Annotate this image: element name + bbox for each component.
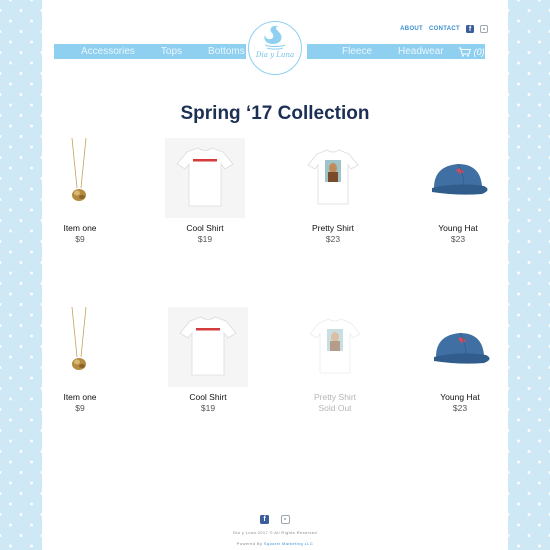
product-image-necklace[interactable] xyxy=(40,307,120,387)
collection-title: Spring ‘17 Collection xyxy=(180,103,370,124)
product-price: $23 xyxy=(450,234,466,244)
product-image-necklace[interactable] xyxy=(40,138,120,218)
right-pattern-border xyxy=(508,0,550,550)
product-card[interactable]: Cool Shirt $19 xyxy=(145,138,265,244)
product-name[interactable]: Cool Shirt xyxy=(145,223,265,233)
powered-by-prefix: Powered By xyxy=(236,541,263,546)
product-card[interactable]: Cool Shirt $19 xyxy=(148,307,268,413)
contact-link[interactable]: CONTACT xyxy=(429,26,460,32)
product-card[interactable]: Young Hat $23 xyxy=(398,138,518,244)
product-price: $9 xyxy=(75,234,85,244)
product-card-sold-out[interactable]: Pretty Shirt Sold Out xyxy=(275,307,395,413)
powered-by-link[interactable]: Squarel Marketing LLC xyxy=(264,541,313,546)
logo-text: Dia y Luna xyxy=(255,51,295,59)
nav-bar-left: Accessories Tops Bottoms xyxy=(54,44,246,59)
product-image-photo-tshirt[interactable] xyxy=(295,307,375,387)
product-image-white-tshirt[interactable] xyxy=(168,307,248,387)
instagram-icon[interactable] xyxy=(281,515,290,524)
instagram-icon[interactable] xyxy=(480,25,488,33)
facebook-icon[interactable]: f xyxy=(260,515,269,524)
product-price: $9 xyxy=(75,403,85,413)
footer-powered-by: Powered By Squarel Marketing LLC xyxy=(0,541,550,546)
product-card[interactable]: Pretty Shirt $23 xyxy=(273,138,393,244)
facebook-icon[interactable]: f xyxy=(466,25,474,33)
product-card[interactable]: Item one $9 xyxy=(20,138,140,244)
cart-button[interactable]: (0) xyxy=(458,47,485,57)
product-price: $23 xyxy=(325,234,341,244)
cart-icon xyxy=(458,47,471,57)
product-image-photo-tshirt[interactable] xyxy=(293,138,373,218)
product-card[interactable]: Young Hat $23 xyxy=(400,307,520,413)
nav-item-fleece[interactable]: Fleece xyxy=(342,46,372,57)
sold-out-label: Sold Out xyxy=(318,403,352,413)
product-price: $19 xyxy=(197,234,213,244)
footer-copyright: Dia y Luna 2017 © All Rights Reserved xyxy=(232,530,317,535)
product-price: $19 xyxy=(200,403,216,413)
nav-item-tops[interactable]: Tops xyxy=(161,46,182,57)
product-name[interactable]: Cool Shirt xyxy=(148,392,268,402)
product-name[interactable]: Item one xyxy=(20,223,140,233)
logo[interactable]: Dia y Luna xyxy=(248,21,302,75)
nav-item-bottoms[interactable]: Bottoms xyxy=(208,46,245,57)
top-links: ABOUT CONTACT f xyxy=(400,25,488,33)
product-name[interactable]: Item one xyxy=(20,392,140,402)
product-image-denim-cap[interactable] xyxy=(420,307,500,387)
cart-count: (0) xyxy=(473,46,485,57)
left-pattern-border xyxy=(0,0,42,550)
product-name[interactable]: Pretty Shirt xyxy=(273,223,393,233)
nav-bar-right: Fleece Headwear (0) xyxy=(307,44,485,59)
about-link[interactable]: ABOUT xyxy=(400,26,423,32)
nav-item-headwear[interactable]: Headwear xyxy=(398,46,444,57)
product-name[interactable]: Pretty Shirt xyxy=(275,392,395,402)
footer-social-icons: f xyxy=(0,515,550,524)
product-name[interactable]: Young Hat xyxy=(398,223,518,233)
product-price: $23 xyxy=(452,403,468,413)
swan-logo-icon xyxy=(264,25,286,50)
nav-item-accessories[interactable]: Accessories xyxy=(81,46,135,57)
product-name[interactable]: Young Hat xyxy=(400,392,520,402)
product-image-white-tshirt[interactable] xyxy=(165,138,245,218)
product-card[interactable]: Item one $9 xyxy=(20,307,140,413)
footer: f Dia y Luna 2017 © All Rights Reserved … xyxy=(0,515,550,546)
product-image-denim-cap[interactable] xyxy=(418,138,498,218)
